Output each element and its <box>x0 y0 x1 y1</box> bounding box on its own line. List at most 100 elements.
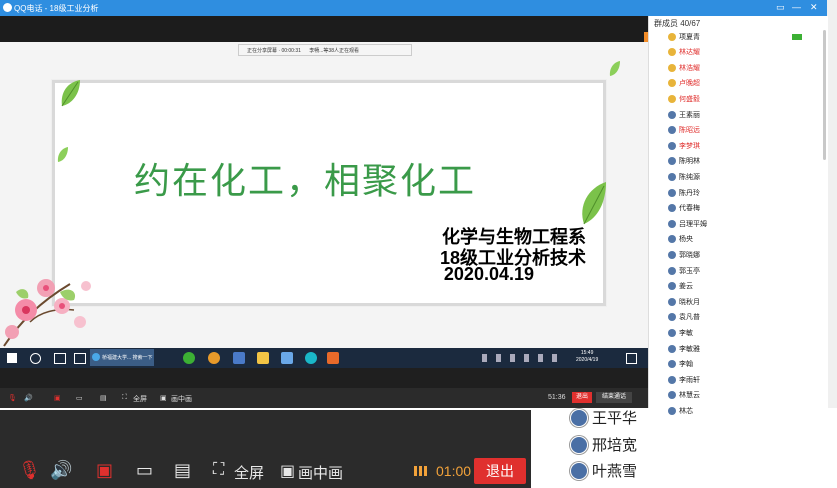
clock-date: 2020/4/19 <box>576 357 599 363</box>
search-icon[interactable] <box>30 353 41 364</box>
avatar <box>668 250 676 259</box>
member-row[interactable]: 杨央 <box>668 233 693 246</box>
windows-start-icon[interactable] <box>7 353 17 363</box>
inner-fullscreen-label[interactable]: 全屏 <box>133 394 147 404</box>
window-title: QQ电话 - 18级工业分析 <box>14 4 99 13</box>
avatar <box>668 391 676 400</box>
inner-mic-muted-icon[interactable]: 🎙 <box>8 394 17 402</box>
inner-share-screen-icon[interactable]: ▭ <box>76 394 83 402</box>
member-name: 代春梅 <box>679 205 700 213</box>
member-row[interactable]: 林慧云 <box>668 389 700 402</box>
member-row[interactable]: 李翰 <box>668 358 693 371</box>
fullscreen-icon[interactable]: ⛶ <box>213 461 224 479</box>
member-row[interactable]: 陈纯源 <box>668 170 700 183</box>
notification-icon[interactable] <box>626 353 637 364</box>
desktop-edge <box>827 0 837 408</box>
member-name: 林芯 <box>679 407 693 415</box>
share-status-bar: 正在分享屏幕 · 00:00:31 李畅...等38人正在观看 <box>238 44 412 56</box>
outer-member-row[interactable]: 王平华 <box>570 407 637 428</box>
avatar <box>668 157 676 166</box>
inner-pip-icon[interactable]: ▣ <box>160 394 167 402</box>
member-name: 李梦琪 <box>679 142 700 150</box>
outer-member-row[interactable]: 邢培宽 <box>570 434 637 455</box>
member-scrollbar[interactable] <box>823 30 826 160</box>
fullscreen-label[interactable]: 全屏 <box>234 462 264 483</box>
avatar <box>668 172 676 181</box>
avatar <box>668 313 676 322</box>
member-name: 郭玉亭 <box>679 267 700 275</box>
member-name: 陈丹玲 <box>679 189 700 197</box>
outer-member-row[interactable]: 叶燕雪 <box>570 460 637 481</box>
member-row[interactable]: 王素丽 <box>668 108 700 121</box>
avatar <box>668 94 676 103</box>
member-row[interactable]: 李梦琪 <box>668 139 700 152</box>
speaker-icon[interactable]: 🔊 <box>50 460 72 481</box>
whiteboard-icon[interactable]: ▤ <box>174 460 191 481</box>
inner-whiteboard-icon[interactable]: ▤ <box>100 394 107 402</box>
wechat-icon[interactable] <box>183 352 195 364</box>
pip-label[interactable]: 画中画 <box>298 462 343 483</box>
taskbar-clock[interactable]: 15:49 2020/4/19 <box>576 350 598 364</box>
inner-camera-off-icon[interactable]: ▣ <box>54 394 61 402</box>
taskbar-browser-app[interactable]: 桥福建大学... 搜索一下 <box>90 349 154 366</box>
pip-icon[interactable]: ▣ <box>280 461 295 481</box>
window-title-bar: QQ电话 - 18级工业分析 ▭ — ✕ <box>0 0 827 16</box>
qq-app-icon[interactable] <box>305 352 317 364</box>
mic-muted-icon[interactable]: 🎙 <box>18 460 41 481</box>
minimize-icon[interactable]: — <box>792 2 801 12</box>
restore-icon[interactable]: ▭ <box>776 2 785 13</box>
member-row[interactable]: 李敏雅 <box>668 342 700 355</box>
slide-title: 约在化工，相聚化工 <box>134 161 477 202</box>
avatar <box>668 406 676 415</box>
member-row[interactable]: 袁凡普 <box>668 311 700 324</box>
member-name: 陈明林 <box>679 158 700 166</box>
powerpoint-icon[interactable] <box>327 352 339 364</box>
member-row[interactable]: 林芯 <box>668 404 693 417</box>
member-row[interactable]: 卢晚超 <box>668 77 700 90</box>
member-row[interactable]: 陈丹玲 <box>668 186 700 199</box>
inner-exit-button[interactable]: 退出 <box>572 392 592 403</box>
member-row[interactable]: 吕理平姆 <box>668 217 707 230</box>
member-row[interactable]: 项夏青 <box>668 30 700 43</box>
member-row[interactable]: 何盛毅 <box>668 92 700 105</box>
camera-off-icon[interactable]: ▣ <box>96 460 113 481</box>
leaf-right-icon <box>582 182 606 225</box>
member-row[interactable]: 陈昭远 <box>668 124 700 137</box>
avatar <box>668 375 676 384</box>
share-screen-icon[interactable]: ▭ <box>136 460 153 481</box>
inner-end-call-button[interactable]: 结束通话 <box>596 392 632 403</box>
widgets-icon[interactable] <box>74 353 86 364</box>
taskbar-app-label: 桥福建大学... 搜索一下 <box>102 355 153 361</box>
avatar <box>668 48 676 57</box>
avatar <box>668 110 676 119</box>
member-row[interactable]: 代春梅 <box>668 202 700 215</box>
member-row[interactable]: 陈明林 <box>668 155 700 168</box>
task-view-icon[interactable] <box>54 353 66 364</box>
member-row[interactable]: 林浩耀 <box>668 61 700 74</box>
member-row[interactable]: 李敏 <box>668 326 693 339</box>
inner-pip-label[interactable]: 画中画 <box>171 394 192 404</box>
leaf-mid-left-icon <box>57 147 68 162</box>
avatar <box>570 435 588 454</box>
store-icon[interactable] <box>233 352 245 364</box>
tray-icons[interactable] <box>482 354 562 362</box>
member-row[interactable]: 李雨轩 <box>668 373 700 386</box>
inner-speaker-icon[interactable]: 🔊 <box>24 394 33 402</box>
slide-date: 2020.04.19 <box>443 264 534 284</box>
tencent-video-icon[interactable] <box>208 352 220 364</box>
member-row[interactable]: 晓秋月 <box>668 295 700 308</box>
close-icon[interactable]: ✕ <box>810 2 818 13</box>
flowers-decoration-icon <box>3 279 91 347</box>
member-name: 林达耀 <box>679 49 700 57</box>
file-explorer-icon[interactable] <box>257 352 269 364</box>
exit-button[interactable]: 退出 <box>474 458 526 484</box>
mail-icon[interactable] <box>281 352 293 364</box>
member-row[interactable]: 林达耀 <box>668 46 700 59</box>
member-row[interactable]: 郭晓娜 <box>668 248 700 261</box>
avatar <box>570 461 588 480</box>
member-row[interactable]: 郭玉亭 <box>668 264 700 277</box>
member-row[interactable]: 姜云 <box>668 280 693 293</box>
avatar <box>668 328 676 337</box>
inner-fullscreen-icon[interactable]: ⛶ <box>122 394 127 402</box>
leaf-top-left-icon <box>61 80 80 107</box>
